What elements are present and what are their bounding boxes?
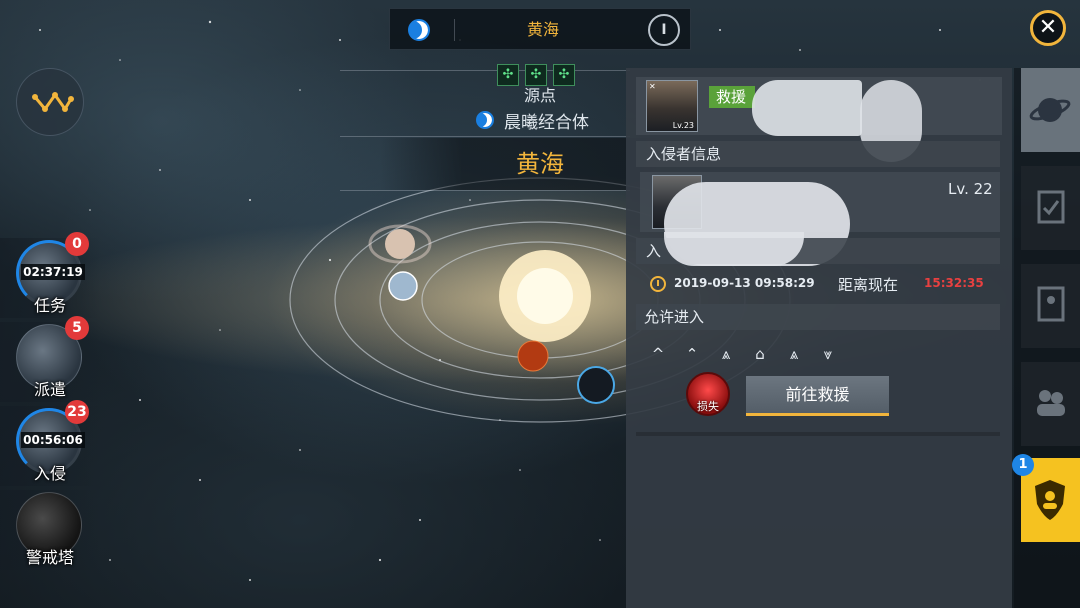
origin-label: 源点 bbox=[523, 86, 556, 105]
quest-badge: 0 bbox=[65, 232, 89, 256]
divider bbox=[340, 136, 630, 137]
group-icon bbox=[1037, 390, 1065, 416]
rank-5-icon: ⩓ bbox=[789, 345, 799, 363]
loss-label: 损失 bbox=[697, 400, 719, 413]
invader-info-header: 入侵者信息 bbox=[636, 141, 1000, 167]
star-map-button[interactable] bbox=[16, 68, 84, 136]
rank-3-icon: ⩓ bbox=[721, 345, 731, 363]
watchtower-label: 警戒塔 bbox=[25, 548, 74, 567]
invasion-time: 2019-09-13 09:58:29 bbox=[674, 276, 815, 290]
dispatch-badge: 5 bbox=[65, 316, 89, 340]
side-menu-invasion[interactable]: 00:56:06 入侵 23 bbox=[0, 400, 100, 486]
top-title-bar: 黄海 I bbox=[389, 8, 691, 50]
rank-2-icon: ⌃ bbox=[685, 345, 699, 363]
panel-divider bbox=[636, 432, 1000, 436]
redacted-text bbox=[664, 232, 804, 266]
avatar-tag: ✕ bbox=[649, 82, 656, 91]
checklist-icon bbox=[1037, 190, 1065, 224]
rank-6-icon: ⩔ bbox=[823, 345, 833, 363]
alliance-icon bbox=[476, 111, 494, 129]
alliance-name: 晨曦经合体 bbox=[504, 112, 589, 133]
rank-4-icon: ⌂ bbox=[755, 345, 765, 363]
side-menu-quest[interactable]: 02:37:19 任务 0 bbox=[0, 232, 100, 318]
system-title: 黄海 bbox=[526, 20, 559, 39]
divider bbox=[340, 70, 630, 71]
rank-1-icon: ^ bbox=[651, 345, 665, 363]
invasion-badge: 23 bbox=[65, 400, 89, 424]
allowed-ranks: ^ ⌃ ⩓ ⌂ ⩓ ⩔ bbox=[648, 344, 838, 364]
quest-timer: 02:37:19 bbox=[21, 264, 85, 280]
alliance-row: 晨曦经合体 bbox=[476, 108, 589, 133]
go-rescue-button[interactable]: 前往救援 bbox=[746, 376, 889, 416]
constellation-icon bbox=[32, 92, 74, 112]
avatar: ✕ Lv.23 bbox=[646, 80, 698, 132]
dispatch-label: 派遣 bbox=[33, 380, 66, 399]
allow-entry-header: 允许进入 bbox=[636, 304, 1000, 330]
close-button[interactable]: ✕ bbox=[1030, 10, 1066, 46]
tab-planet[interactable] bbox=[1021, 68, 1080, 152]
tab-card[interactable] bbox=[1021, 264, 1080, 348]
time-ago-label: 距离现在 bbox=[838, 276, 899, 294]
tab-checklist[interactable] bbox=[1021, 166, 1080, 250]
faction-icon bbox=[408, 19, 430, 41]
side-menu-dispatch[interactable]: 派遣 5 bbox=[0, 316, 100, 402]
compass-icon[interactable]: I bbox=[648, 14, 680, 46]
avatar-level: Lv.23 bbox=[672, 121, 694, 130]
alarm-clock-icon bbox=[650, 276, 666, 292]
invasion-timer: 00:56:06 bbox=[21, 432, 85, 448]
redacted-name bbox=[752, 80, 862, 136]
elapsed-time: 15:32:35 bbox=[924, 276, 984, 290]
tab-group[interactable] bbox=[1021, 362, 1080, 446]
card-icon bbox=[1037, 286, 1065, 322]
invader-level: Lv. 22 bbox=[948, 180, 993, 198]
planet-icon bbox=[1029, 98, 1071, 122]
invasion-time-row: 2019-09-13 09:58:29 距离现在 15:32:35 bbox=[640, 268, 1000, 302]
rescue-tab-badge: 1 bbox=[1012, 454, 1034, 476]
quest-label: 任务 bbox=[33, 296, 66, 315]
rescue-tag: 救援 bbox=[709, 86, 755, 108]
invasion-label: 入侵 bbox=[33, 464, 66, 483]
system-name-label: 黄海 bbox=[516, 150, 564, 178]
divider bbox=[340, 190, 630, 191]
side-menu-watchtower[interactable]: 警戒塔 bbox=[0, 488, 100, 570]
